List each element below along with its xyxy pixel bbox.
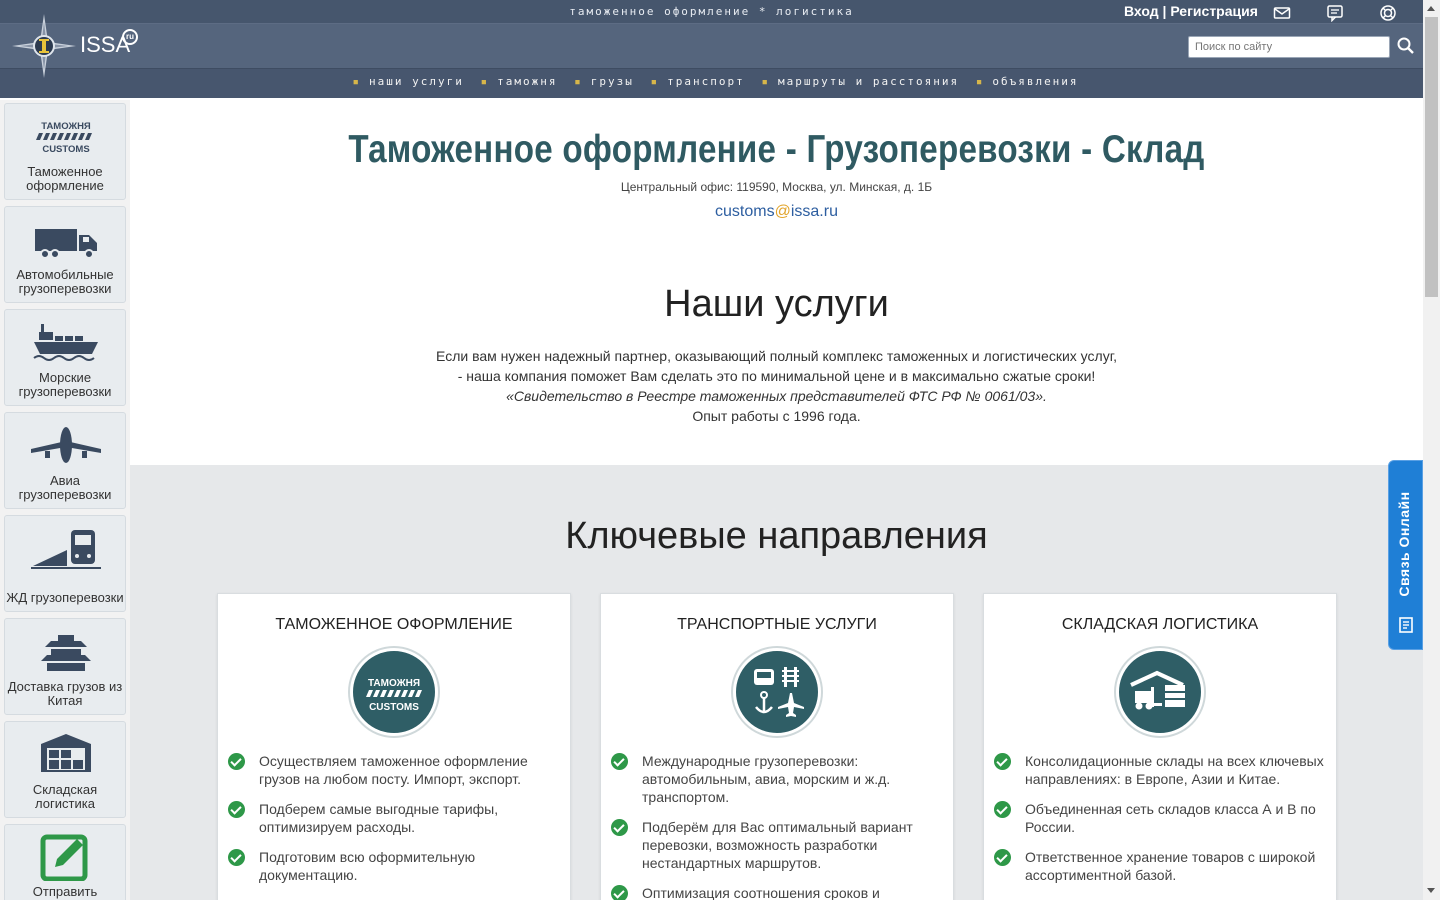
sidebar-item-china-delivery[interactable]: Доставка грузов из Китая bbox=[4, 618, 126, 715]
email-link[interactable]: customs@issa.ru bbox=[130, 203, 1423, 221]
search-icon[interactable] bbox=[1396, 36, 1416, 56]
directions-heading: Ключевые направления bbox=[565, 515, 988, 557]
site-header: таможенное оформление * логистика ISSA r… bbox=[0, 0, 1423, 98]
list-item: Подберём для Вас оптимальный вариант пер… bbox=[611, 818, 943, 872]
warehouse-icon bbox=[41, 734, 91, 772]
china-pagoda-icon bbox=[41, 635, 91, 671]
list-item: Подберем самые выгодные тарифы, оптимизи… bbox=[228, 800, 560, 836]
logo-badge: ru bbox=[122, 29, 138, 45]
list-item: Осуществляем таможенное оформление грузо… bbox=[228, 752, 560, 788]
office-address: Центральный офис: 119590, Москва, ул. Ми… bbox=[620, 180, 933, 194]
list-item: Объединенная сеть складов класса А и В п… bbox=[994, 800, 1326, 836]
check-icon bbox=[994, 849, 1011, 866]
intro-line-experience: Опыт работы с 1996 года. bbox=[692, 408, 861, 424]
page-scrollbar[interactable] bbox=[1423, 0, 1440, 900]
card-list: Консолидационные склады на всех ключевых… bbox=[994, 752, 1326, 896]
list-item: Консолидационные склады на всех ключевых… bbox=[994, 752, 1326, 788]
nav-item-ads[interactable]: объявления bbox=[992, 75, 1078, 88]
email-at: @ bbox=[774, 203, 791, 220]
services-intro: Если вам нужен надежный партнер, оказыва… bbox=[130, 346, 1423, 426]
card-title: ТАМОЖЕННОЕ ОФОРМЛЕНИЕ bbox=[275, 616, 513, 633]
list-item: Ответственное хранение товаров с широкой… bbox=[994, 848, 1326, 884]
email-domain: issa.ru bbox=[790, 203, 838, 220]
intro-line: Если вам нужен надежный партнер, оказыва… bbox=[436, 348, 1117, 364]
check-icon bbox=[228, 801, 245, 818]
sidebar-item-label: Морские грузоперевозки bbox=[18, 370, 112, 399]
sidebar-item-air-freight[interactable]: Авиа грузоперевозки bbox=[4, 412, 126, 509]
check-icon bbox=[611, 819, 628, 836]
search-input[interactable] bbox=[1188, 36, 1390, 58]
check-icon bbox=[994, 801, 1011, 818]
intro-line: - наша компания поможет Вам сделать это … bbox=[457, 368, 1096, 384]
scroll-down-arrow-icon[interactable] bbox=[1427, 888, 1435, 893]
warehouse-forklift-icon bbox=[1116, 648, 1204, 736]
mail-icon[interactable] bbox=[1273, 4, 1291, 22]
list-item: Международные грузоперевозки: автомобиль… bbox=[611, 752, 943, 806]
check-icon bbox=[611, 885, 628, 900]
svg-text:CUSTOMS: CUSTOMS bbox=[42, 144, 89, 155]
sidebar-item-label: Авиа грузоперевозки bbox=[18, 473, 112, 502]
main-nav: ▪ наши услуги ▪ таможня ▪ грузы ▪ транспорт … bbox=[352, 75, 1079, 88]
card-title: ТРАНСПОРТНЫЕ УСЛУГИ bbox=[677, 616, 877, 633]
chat-widget-icon bbox=[1399, 617, 1413, 633]
ship-icon bbox=[33, 324, 98, 361]
svg-text:ТАМОЖНЯ: ТАМОЖНЯ bbox=[41, 121, 91, 132]
edit-icon bbox=[40, 834, 88, 881]
directions-section: Ключевые направления ТАМОЖЕННОЕ ОФОРМЛЕН… bbox=[130, 465, 1423, 900]
plane-icon bbox=[31, 427, 101, 463]
sidebar-item-rail-freight[interactable]: ЖД грузоперевозки bbox=[4, 515, 126, 612]
online-chat-label: Связь Онлайн bbox=[1396, 491, 1412, 597]
logo-icon[interactable] bbox=[12, 14, 76, 78]
sidebar: ТАМОЖНЯ CUSTOMS Таможенное оформление Ав… bbox=[0, 100, 130, 900]
sidebar-item-customs[interactable]: ТАМОЖНЯ CUSTOMS Таможенное оформление bbox=[4, 103, 126, 200]
sidebar-item-label: Таможенное оформление bbox=[26, 164, 104, 193]
intro-line-certificate: «Свидетельство в Реестре таможенных пред… bbox=[506, 388, 1047, 404]
customs-badge-icon: ТАМОЖНЯ CUSTOMS bbox=[350, 648, 438, 736]
email-user: customs bbox=[715, 203, 775, 220]
online-chat-button[interactable]: Связь Онлайн bbox=[1388, 460, 1423, 650]
sidebar-item-sea-freight[interactable]: Морские грузоперевозки bbox=[4, 309, 126, 406]
sidebar-item-label: Отправить bbox=[32, 884, 98, 899]
check-icon bbox=[228, 849, 245, 866]
nav-item-services[interactable]: наши услуги bbox=[369, 75, 464, 88]
scrollbar-thumb[interactable] bbox=[1425, 17, 1438, 297]
svg-text:ТАМОЖНЯ: ТАМОЖНЯ bbox=[368, 678, 420, 689]
truck-icon bbox=[35, 229, 97, 259]
services-heading: Наши услуги bbox=[664, 283, 889, 325]
list-item: Подготовим всю оформительную документаци… bbox=[228, 848, 560, 884]
chat-icon[interactable] bbox=[1326, 4, 1344, 22]
sidebar-item-label: Доставка грузов из Китая bbox=[7, 679, 123, 708]
page-title: Таможенное оформление - Грузоперевозки -… bbox=[348, 128, 1205, 171]
sidebar-item-warehouse[interactable]: Складская логистика bbox=[4, 721, 126, 818]
sidebar-item-label: Складская логистика bbox=[32, 782, 98, 811]
card-list: Осуществляем таможенное оформление грузо… bbox=[228, 752, 560, 896]
nav-item-cargo[interactable]: грузы bbox=[591, 75, 634, 88]
sidebar-item-send[interactable]: Отправить bbox=[4, 824, 126, 900]
sidebar-item-label: ЖД грузоперевозки bbox=[6, 590, 124, 605]
check-icon bbox=[994, 753, 1011, 770]
card-warehouse[interactable]: СКЛАДСКАЯ ЛОГИСТИКА Консолидационные скл… bbox=[983, 593, 1337, 900]
nav-item-transport[interactable]: транспорт bbox=[667, 75, 745, 88]
scroll-up-arrow-icon[interactable] bbox=[1427, 6, 1435, 11]
train-icon bbox=[31, 530, 101, 569]
check-icon bbox=[611, 753, 628, 770]
card-customs[interactable]: ТАМОЖЕННОЕ ОФОРМЛЕНИЕ ТАМОЖНЯ CUSTOMS Ос… bbox=[217, 593, 571, 900]
sidebar-item-road-freight[interactable]: Автомобильные грузоперевозки bbox=[4, 206, 126, 303]
svg-text:CUSTOMS: CUSTOMS bbox=[369, 702, 419, 713]
transport-modes-icon bbox=[733, 648, 821, 736]
nav-item-customs[interactable]: таможня bbox=[497, 75, 557, 88]
nav-item-routes[interactable]: маршруты и расстояния bbox=[778, 75, 959, 88]
support-icon[interactable] bbox=[1379, 4, 1397, 22]
sidebar-item-label: Автомобильные грузоперевозки bbox=[16, 267, 114, 296]
main-content: Таможенное оформление - Грузоперевозки -… bbox=[130, 98, 1423, 900]
check-icon bbox=[228, 753, 245, 770]
list-item: Оптимизация соотношения сроков и bbox=[611, 884, 943, 900]
login-register-link[interactable]: Вход | Регистрация bbox=[1124, 3, 1258, 19]
card-transport[interactable]: ТРАНСПОРТНЫЕ УСЛУГИ Международные грузоп… bbox=[600, 593, 954, 900]
card-title: СКЛАДСКАЯ ЛОГИСТИКА bbox=[1061, 616, 1259, 633]
customs-icon: ТАМОЖНЯ CUSTOMS bbox=[36, 121, 92, 155]
card-list: Международные грузоперевозки: автомобиль… bbox=[611, 752, 943, 900]
